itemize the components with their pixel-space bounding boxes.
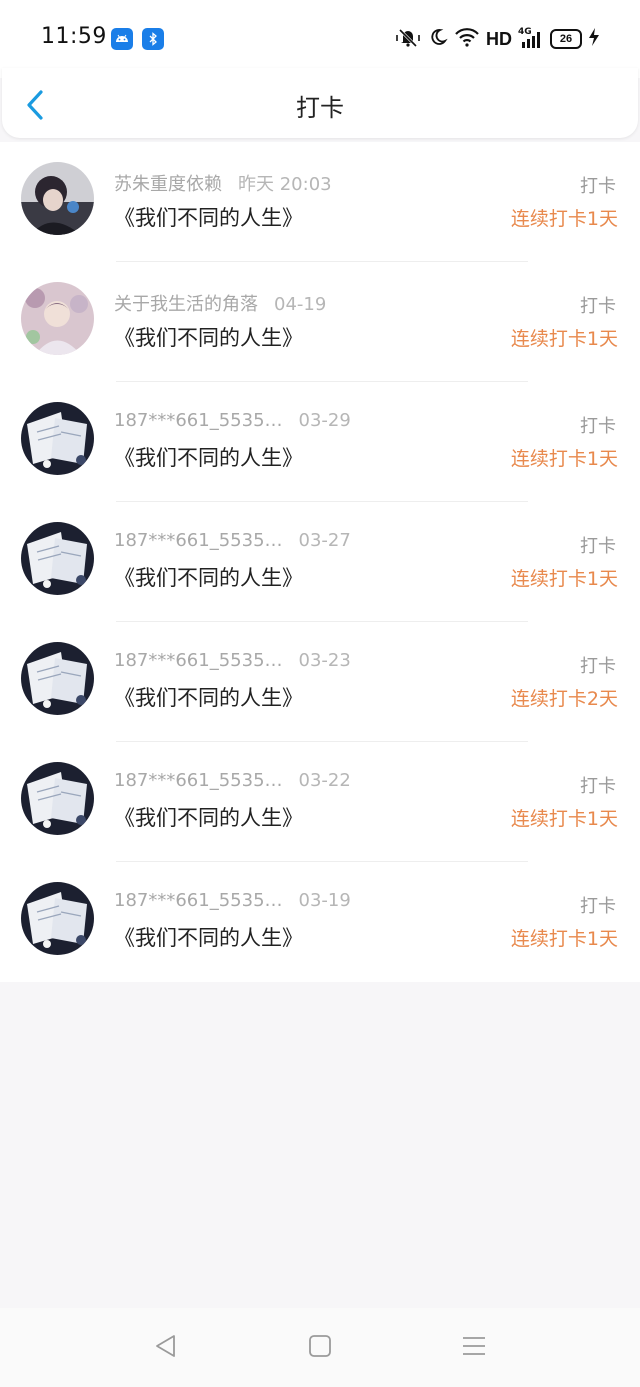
nav-back-button[interactable] — [152, 1332, 180, 1360]
user-name[interactable]: 187***661_5535… — [114, 410, 283, 431]
list-item[interactable]: 187***661_5535… 03-22 《我们不同的人生》 打卡 连续打卡1天 — [0, 742, 640, 862]
streak-label: 连续打卡1天 — [510, 928, 618, 950]
status-bar: 11:59 HD 4G 26 — [0, 0, 640, 78]
streak-label: 连续打卡1天 — [510, 568, 618, 590]
list-item[interactable]: 187***661_5535… 03-19 《我们不同的人生》 打卡 连续打卡1天 — [0, 862, 640, 982]
wifi-icon — [454, 27, 480, 51]
hd-indicator: HD — [486, 28, 512, 49]
list-item[interactable]: 关于我生活的角落 04-19 《我们不同的人生》 打卡 连续打卡1天 — [0, 262, 640, 382]
charging-bolt-icon — [588, 27, 600, 51]
square-home-icon — [309, 1335, 331, 1357]
action-label: 打卡 — [580, 176, 616, 197]
menu-lines-icon — [463, 1337, 485, 1355]
checkin-time: 昨天 20:03 — [238, 174, 332, 195]
page-title: 打卡 — [296, 94, 344, 122]
checkin-time: 03-22 — [298, 770, 351, 791]
book-title[interactable]: 《我们不同的人生》 — [114, 322, 303, 352]
action-label: 打卡 — [580, 776, 616, 797]
avatar[interactable] — [21, 402, 94, 475]
android-app-icon — [111, 28, 133, 50]
book-title[interactable]: 《我们不同的人生》 — [114, 442, 303, 472]
book-title[interactable]: 《我们不同的人生》 — [114, 682, 303, 712]
status-icons: HD 4G 26 — [394, 26, 600, 52]
book-title[interactable]: 《我们不同的人生》 — [114, 562, 303, 592]
user-meta: 187***661_5535… 03-22 — [114, 770, 351, 791]
user-name[interactable]: 187***661_5535… — [114, 650, 283, 671]
triangle-back-icon — [156, 1335, 175, 1357]
cellular-signal-icon: 4G — [518, 27, 544, 50]
book-title[interactable]: 《我们不同的人生》 — [114, 802, 303, 832]
user-name[interactable]: 187***661_5535… — [114, 770, 283, 791]
avatar[interactable] — [21, 522, 94, 595]
action-label: 打卡 — [580, 536, 616, 557]
list-item[interactable]: 苏朱重度依赖 昨天 20:03 《我们不同的人生》 打卡 连续打卡1天 — [0, 142, 640, 262]
user-meta: 187***661_5535… 03-29 — [114, 410, 351, 431]
header-bar: 打卡 — [2, 68, 638, 138]
nav-menu-button[interactable] — [460, 1332, 488, 1360]
streak-label: 连续打卡1天 — [510, 208, 618, 230]
checkin-list: 苏朱重度依赖 昨天 20:03 《我们不同的人生》 打卡 连续打卡1天 关于我生活… — [0, 142, 640, 982]
book-title[interactable]: 《我们不同的人生》 — [114, 922, 303, 952]
streak-label: 连续打卡2天 — [510, 688, 618, 710]
action-label: 打卡 — [580, 656, 616, 677]
avatar[interactable] — [21, 162, 94, 235]
user-meta: 187***661_5535… 03-23 — [114, 650, 351, 671]
user-meta: 苏朱重度依赖 昨天 20:03 — [114, 170, 332, 196]
book-title[interactable]: 《我们不同的人生》 — [114, 202, 303, 232]
checkin-time: 03-29 — [298, 410, 351, 431]
list-item[interactable]: 187***661_5535… 03-29 《我们不同的人生》 打卡 连续打卡1天 — [0, 382, 640, 502]
user-name[interactable]: 苏朱重度依赖 — [114, 174, 222, 195]
streak-label: 连续打卡1天 — [510, 328, 618, 350]
avatar[interactable] — [21, 282, 94, 355]
do-not-disturb-moon-icon — [428, 27, 448, 51]
checkin-time: 04-19 — [274, 294, 327, 315]
battery-icon: 26 — [550, 29, 582, 49]
user-meta: 187***661_5535… 03-27 — [114, 530, 351, 551]
checkin-time: 03-19 — [298, 890, 351, 911]
bluetooth-app-icon — [142, 28, 164, 50]
user-name[interactable]: 187***661_5535… — [114, 890, 283, 911]
user-name[interactable]: 187***661_5535… — [114, 530, 283, 551]
mute-vibrate-icon — [394, 26, 422, 52]
action-label: 打卡 — [580, 416, 616, 437]
user-meta: 关于我生活的角落 04-19 — [114, 290, 326, 316]
avatar[interactable] — [21, 762, 94, 835]
user-name[interactable]: 关于我生活的角落 — [114, 294, 258, 315]
checkin-time: 03-27 — [298, 530, 351, 551]
streak-label: 连续打卡1天 — [510, 808, 618, 830]
status-time: 11:59 — [41, 24, 107, 49]
streak-label: 连续打卡1天 — [510, 448, 618, 470]
user-meta: 187***661_5535… 03-19 — [114, 890, 351, 911]
action-label: 打卡 — [580, 896, 616, 917]
list-item[interactable]: 187***661_5535… 03-23 《我们不同的人生》 打卡 连续打卡2天 — [0, 622, 640, 742]
system-nav-bar — [0, 1308, 640, 1387]
action-label: 打卡 — [580, 296, 616, 317]
checkin-time: 03-23 — [298, 650, 351, 671]
avatar[interactable] — [21, 882, 94, 955]
nav-home-button[interactable] — [306, 1332, 334, 1360]
avatar[interactable] — [21, 642, 94, 715]
list-item[interactable]: 187***661_5535… 03-27 《我们不同的人生》 打卡 连续打卡1天 — [0, 502, 640, 622]
